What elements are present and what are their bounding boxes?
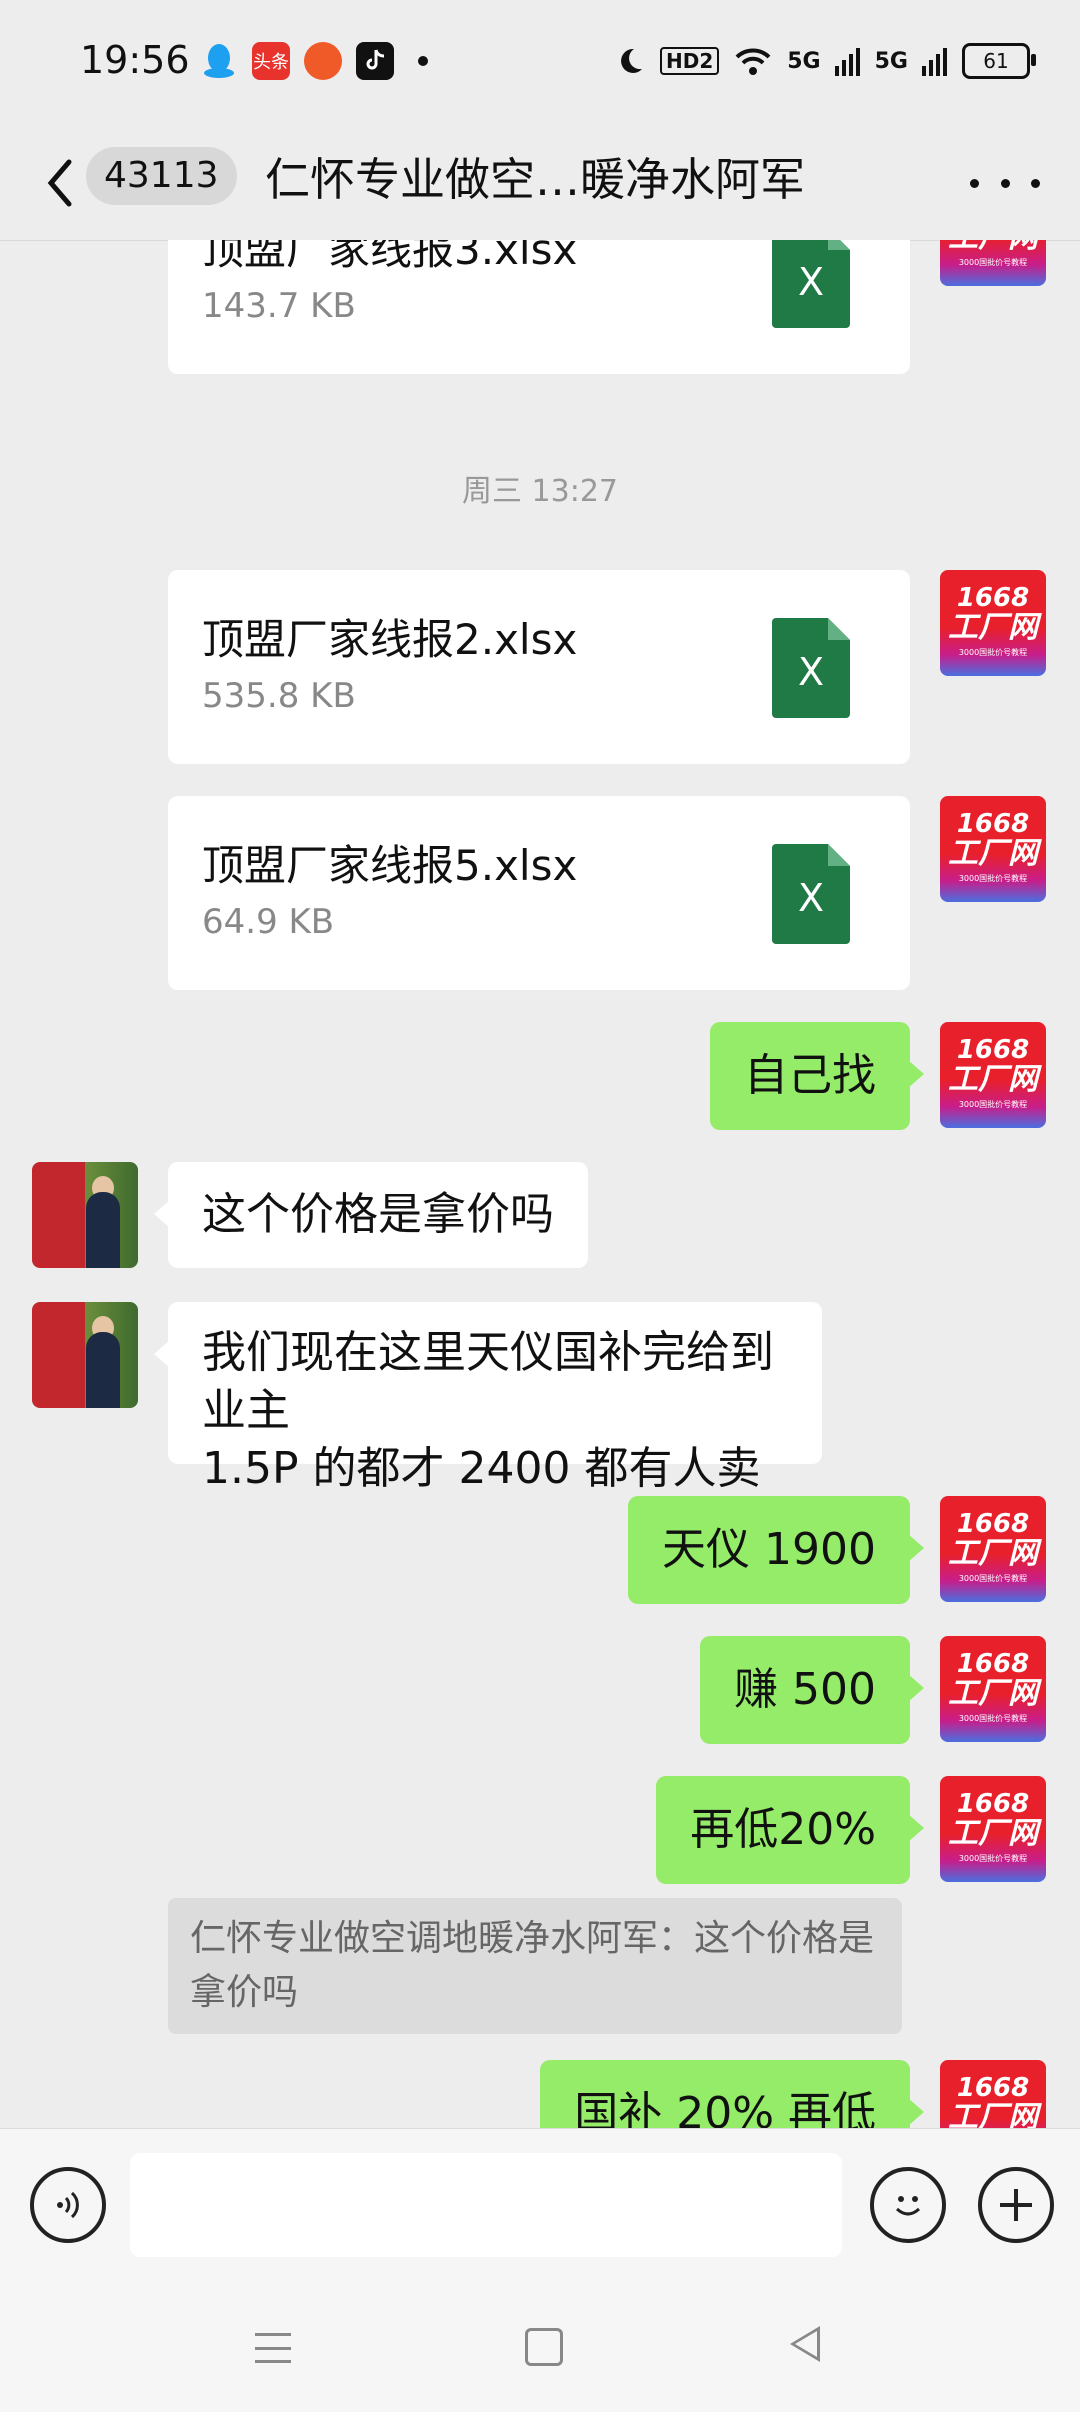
file-size: 143.7 KB	[202, 286, 356, 326]
clock: 19:56	[80, 38, 190, 82]
message-line: 我们现在这里天仪国补完给到业主	[202, 1327, 774, 1436]
notification-icons: 头条	[200, 36, 428, 86]
chevron-left-icon	[47, 159, 72, 206]
file-message[interactable]: 顶盟厂家线报3.xlsx 143.7 KB X	[168, 240, 910, 374]
file-message[interactable]: 顶盟厂家线报5.xlsx 64.9 KB X	[168, 796, 910, 990]
file-size: 535.8 KB	[202, 676, 356, 716]
file-name: 顶盟厂家线报3.xlsx	[202, 240, 578, 274]
signal-5g-icon: 5G	[787, 48, 821, 74]
wifi-icon	[735, 48, 771, 75]
system-nav-bar	[0, 2278, 1080, 2412]
file-message[interactable]: 顶盟厂家线报2.xlsx 535.8 KB X	[168, 570, 910, 764]
outgoing-message[interactable]: 国补 20% 再低	[540, 2060, 924, 2128]
contact-avatar[interactable]	[32, 1302, 138, 1408]
file-name: 顶盟厂家线报5.xlsx	[202, 841, 578, 890]
nav-back-button[interactable]	[790, 2326, 820, 2362]
emoji-button[interactable]	[870, 2167, 946, 2243]
system-icons: HD2 5G 5G 61	[614, 36, 1036, 86]
incoming-message[interactable]: 这个价格是拿价吗	[154, 1162, 588, 1268]
more-dot	[970, 178, 979, 188]
outgoing-message[interactable]: 天仪 1900	[628, 1496, 924, 1604]
chat-title: 仁怀专业做空…暖净水阿军	[265, 153, 806, 206]
my-avatar[interactable]: 1668工厂网3000国批价号教程	[940, 1776, 1046, 1882]
excel-file-icon: X	[772, 844, 850, 944]
outgoing-message[interactable]: 自己找	[710, 1022, 924, 1130]
signal-bars-icon-2	[922, 48, 947, 76]
outgoing-message[interactable]: 再低20%	[656, 1776, 924, 1884]
tiktok-icon	[356, 42, 394, 80]
status-bar: 19:56 头条 HD2 5G 5G 61	[0, 0, 1080, 125]
toutiao-icon: 头条	[252, 42, 290, 80]
message-input[interactable]	[130, 2153, 842, 2257]
food-app-icon	[304, 42, 342, 80]
more-dot	[1000, 178, 1010, 188]
my-avatar[interactable]: 1668工厂网3000国批价号教程	[940, 240, 1046, 286]
message-list[interactable]: 顶盟厂家线报3.xlsx 143.7 KB X 1668工厂网3000国批价号教…	[0, 240, 1080, 2128]
file-name: 顶盟厂家线报2.xlsx	[202, 615, 578, 664]
quoted-message[interactable]: 仁怀专业做空调地暖净水阿军：这个价格是拿价吗	[168, 1898, 902, 2034]
more-notifications-dot	[418, 56, 428, 66]
unread-count-badge[interactable]: 43113	[86, 147, 237, 205]
moon-icon	[621, 48, 642, 73]
my-avatar[interactable]: 1668工厂网3000国批价号教程	[940, 796, 1046, 902]
qq-icon	[200, 42, 238, 80]
message-line: 1.5P 的都才 2400 都有人卖	[202, 1443, 761, 1494]
home-button[interactable]	[525, 2328, 563, 2366]
back-button[interactable]	[35, 145, 85, 220]
smiley-icon	[895, 2196, 921, 2216]
chat-header: 43113 仁怀专业做空…暖净水阿军	[0, 125, 1080, 241]
signal-bars-icon	[834, 48, 860, 76]
more-functions-button[interactable]	[978, 2167, 1054, 2243]
message-timestamp: 周三 13:27	[462, 474, 618, 509]
battery-level: 61	[983, 49, 1009, 73]
plus-icon	[1000, 2189, 1032, 2221]
outgoing-message[interactable]: 赚 500	[700, 1636, 924, 1744]
voice-input-button[interactable]	[30, 2167, 106, 2243]
my-avatar[interactable]: 1668工厂网3000国批价号教程	[940, 1496, 1046, 1602]
recent-apps-button[interactable]	[255, 2333, 291, 2363]
my-avatar[interactable]: 1668工厂网3000国批价号教程	[940, 1022, 1046, 1128]
excel-file-icon: X	[772, 240, 850, 328]
my-avatar[interactable]: 1668工厂网3000国批价号教程	[940, 570, 1046, 676]
file-size: 64.9 KB	[202, 902, 335, 942]
incoming-message[interactable]: 我们现在这里天仪国补完给到业主 1.5P 的都才 2400 都有人卖	[154, 1302, 822, 1494]
more-dot	[1031, 178, 1040, 188]
battery-icon: 61	[962, 43, 1036, 79]
excel-file-icon: X	[772, 618, 850, 718]
hd-icon: HD2	[659, 47, 720, 75]
voice-icon	[57, 2191, 79, 2219]
contact-avatar[interactable]	[32, 1162, 138, 1268]
more-options-button[interactable]	[970, 153, 1040, 213]
my-avatar[interactable]: 1668工厂网3000国批价号教程	[940, 2060, 1046, 2128]
input-bar	[0, 2128, 1080, 2279]
signal-5g-icon-2: 5G	[874, 48, 908, 74]
my-avatar[interactable]: 1668工厂网3000国批价号教程	[940, 1636, 1046, 1742]
